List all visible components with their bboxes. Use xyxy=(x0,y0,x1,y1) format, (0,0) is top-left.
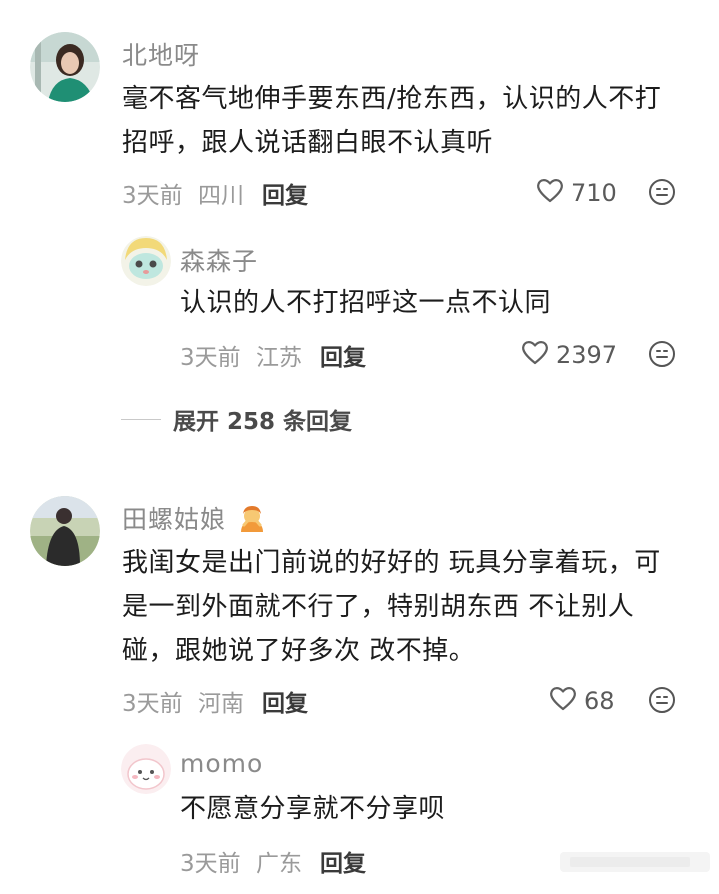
reply-button[interactable]: 回复 xyxy=(320,844,366,878)
like-button[interactable]: 710 xyxy=(535,176,617,210)
reply-meta: 3天前 江苏 xyxy=(180,338,302,372)
timestamp: 3天前 xyxy=(180,345,241,371)
reply-button[interactable]: 回复 xyxy=(320,338,366,372)
avatar-comment-1[interactable] xyxy=(30,32,100,102)
username[interactable]: momo xyxy=(180,749,263,778)
reply-text: 认识的人不打招呼这一点不认同 xyxy=(180,288,552,318)
comment-meta: 3天前 四川 xyxy=(122,176,244,210)
like-count: 710 xyxy=(571,179,617,207)
username[interactable]: 森森子 xyxy=(180,242,258,278)
avatar-reply-1[interactable] xyxy=(121,236,171,286)
reply-meta: 3天前 广东 xyxy=(180,844,302,878)
divider xyxy=(121,418,161,420)
username[interactable]: 田螺姑娘 xyxy=(122,500,267,539)
timestamp: 3天前 xyxy=(180,851,241,877)
timestamp: 3天前 xyxy=(122,691,183,717)
location: 江苏 xyxy=(255,345,302,371)
smiley-face-icon[interactable] xyxy=(648,178,676,210)
location: 四川 xyxy=(197,183,244,209)
avatar-comment-2[interactable] xyxy=(30,496,100,566)
reply-button[interactable]: 回复 xyxy=(262,684,308,718)
person-gesture-emoji-icon xyxy=(237,503,267,539)
timestamp: 3天前 xyxy=(122,183,183,209)
location: 河南 xyxy=(197,691,244,717)
like-button[interactable]: 2397 xyxy=(520,338,617,372)
comment-meta: 3天前 河南 xyxy=(122,684,244,718)
smiley-face-icon[interactable] xyxy=(648,340,676,372)
reply-button[interactable]: 回复 xyxy=(262,176,308,210)
comment-text: 毫不客气地伸手要东西/抢东西，认识的人不打招呼，跟人说话翻白眼不认真听 xyxy=(122,84,662,158)
heart-outline-icon xyxy=(520,338,550,372)
comment-text: 我闺女是出门前说的好好的 玩具分享着玩，可是一到外面就不行了，特别胡东西 不让别… xyxy=(122,548,661,666)
smiley-face-icon[interactable] xyxy=(648,686,676,718)
reply-text: 不愿意分享就不分享呗 xyxy=(180,794,446,824)
username[interactable]: 北地呀 xyxy=(122,36,200,72)
like-count: 2397 xyxy=(556,341,618,369)
avatar-reply-2[interactable] xyxy=(121,744,171,794)
like-button[interactable]: 68 xyxy=(548,684,615,718)
expand-replies-button[interactable]: 展开 258 条回复 xyxy=(121,402,352,436)
watermark-image xyxy=(560,848,710,876)
heart-outline-icon xyxy=(535,176,565,210)
username-text: 田螺姑娘 xyxy=(122,505,227,534)
heart-outline-icon xyxy=(548,684,578,718)
expand-replies-label: 展开 258 条回复 xyxy=(173,409,353,435)
location: 广东 xyxy=(255,851,302,877)
like-count: 68 xyxy=(584,687,615,715)
